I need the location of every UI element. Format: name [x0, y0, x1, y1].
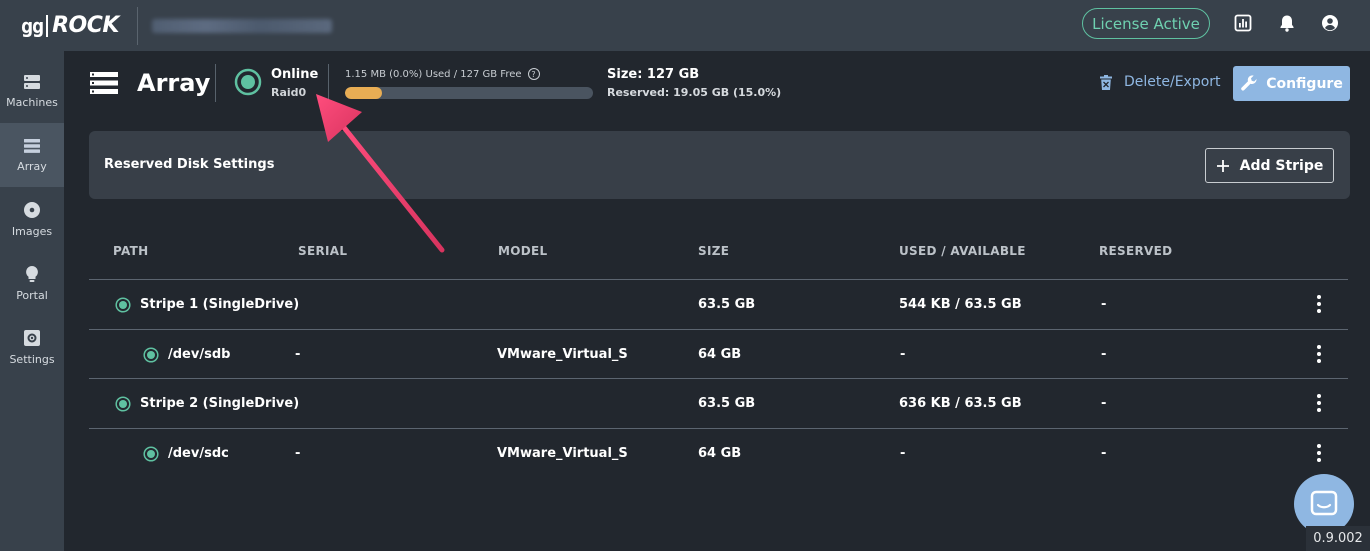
array-header: Array Online Raid0 1.15 MB (0.0%) Used /…	[64, 51, 1370, 115]
usage-summary: 1.15 MB (0.0%) Used / 127 GB Free ?	[345, 68, 540, 80]
status-online-icon	[234, 68, 262, 100]
reserved-disk-settings-label[interactable]: Reserved Disk Settings	[104, 157, 274, 172]
add-stripe-button[interactable]: Add Stripe	[1205, 148, 1334, 183]
logo-gg: gg	[21, 13, 44, 38]
logo-divider	[46, 14, 49, 37]
sidebar-item-label: Portal	[16, 288, 48, 302]
server-icon	[24, 74, 40, 89]
table-row[interactable]: /dev/sdb - VMware_Virtual_S 64 GB - -	[89, 330, 1348, 379]
array-icon	[24, 138, 40, 153]
sidebar-item-settings[interactable]: Settings	[0, 315, 64, 379]
topbar-divider	[136, 6, 138, 45]
array-size: Size: 127 GB	[607, 67, 700, 82]
column-header-serial: SERIAL	[298, 244, 348, 258]
blurred-server-name	[151, 18, 332, 33]
row-menu-icon[interactable]	[1317, 394, 1321, 412]
row-menu-icon[interactable]	[1317, 344, 1321, 363]
cell-path: /dev/sdc	[168, 445, 229, 461]
settings-icon	[24, 329, 40, 346]
cell-model: VMware_Virtual_S	[497, 346, 628, 362]
cell-size: 63.5 GB	[698, 396, 756, 411]
configure-button[interactable]: Configure	[1233, 66, 1350, 101]
cell-reserved: -	[1101, 346, 1107, 362]
table-header: PATH SERIAL MODEL SIZE USED / AVAILABLE …	[89, 228, 1348, 280]
sidebar-item-label: Machines	[6, 95, 58, 109]
disc-icon	[24, 201, 40, 218]
raid-level: Raid0	[271, 86, 307, 99]
page-title: Array	[137, 69, 211, 97]
status-online-icon	[115, 297, 131, 313]
status-online-icon	[115, 396, 131, 412]
usage-progress-bar	[345, 87, 593, 99]
reserved-disk-panel: Reserved Disk Settings Add Stripe	[89, 131, 1350, 199]
sidebar-item-label: Settings	[9, 352, 55, 366]
chat-support-button[interactable]	[1294, 474, 1354, 534]
cell-reserved: -	[1101, 445, 1107, 461]
header-divider	[215, 64, 216, 102]
cell-size: 63.5 GB	[698, 297, 756, 312]
cell-used: -	[900, 445, 906, 461]
column-header-used-available: USED / AVAILABLE	[899, 244, 1026, 258]
cell-model: VMware_Virtual_S	[497, 445, 628, 461]
status-online-icon	[143, 346, 159, 363]
sidebar-item-label: Images	[11, 224, 53, 238]
column-header-path: PATH	[113, 244, 149, 258]
cell-reserved: -	[1101, 297, 1107, 312]
stats-chart-icon[interactable]	[1233, 13, 1253, 33]
column-header-reserved: RESERVED	[1099, 244, 1173, 258]
cell-serial: -	[295, 445, 301, 461]
row-menu-icon[interactable]	[1317, 295, 1321, 313]
table-row[interactable]: Stripe 2 (SingleDrive) 63.5 GB 636 KB / …	[89, 379, 1348, 429]
trash-icon	[1100, 74, 1112, 90]
delete-export-button[interactable]: Delete/Export	[1100, 74, 1221, 90]
cell-reserved: -	[1101, 396, 1107, 411]
cell-size: 64 GB	[698, 346, 742, 362]
cell-serial: -	[295, 346, 301, 362]
disk-table: PATH SERIAL MODEL SIZE USED / AVAILABLE …	[89, 228, 1348, 478]
cell-path: Stripe 1 (SingleDrive)	[140, 297, 300, 312]
delete-export-label: Delete/Export	[1124, 74, 1221, 90]
usage-text: 1.15 MB (0.0%) Used / 127 GB Free	[345, 68, 522, 80]
column-header-size: SIZE	[698, 244, 730, 258]
status-online-icon	[143, 445, 159, 462]
row-menu-icon[interactable]	[1317, 443, 1321, 462]
cell-size: 64 GB	[698, 445, 742, 461]
sidebar-item-machines[interactable]: Machines	[0, 59, 64, 123]
header-divider	[328, 64, 329, 102]
cell-path: Stripe 2 (SingleDrive)	[140, 396, 300, 411]
cell-used: 636 KB / 63.5 GB	[899, 396, 1022, 411]
wrench-icon	[1241, 74, 1257, 91]
table-row[interactable]: /dev/sdc - VMware_Virtual_S 64 GB - -	[89, 429, 1348, 479]
sidebar-item-array[interactable]: Array	[0, 123, 64, 187]
table-row[interactable]: Stripe 1 (SingleDrive) 63.5 GB 544 KB / …	[89, 280, 1348, 330]
column-header-model: MODEL	[498, 244, 548, 258]
lightbulb-icon	[26, 265, 38, 282]
help-icon[interactable]: ?	[527, 68, 540, 80]
configure-label: Configure	[1266, 75, 1343, 92]
license-status-badge[interactable]: License Active	[1082, 8, 1210, 39]
array-reserved: Reserved: 19.05 GB (15.0%)	[607, 86, 782, 99]
chat-icon	[1310, 490, 1338, 516]
sidebar-item-portal[interactable]: Portal	[0, 251, 64, 315]
cell-used: -	[900, 346, 906, 362]
sidebar-item-label: Array	[17, 159, 47, 173]
sidebar-item-images[interactable]: Images	[0, 187, 64, 251]
cell-path: /dev/sdb	[168, 346, 231, 362]
app-version: 0.9.002	[1306, 526, 1370, 551]
usage-progress-fill	[345, 87, 383, 99]
array-status: Online	[271, 67, 319, 82]
plus-icon	[1216, 159, 1229, 172]
cell-used: 544 KB / 63.5 GB	[899, 297, 1022, 312]
bell-icon[interactable]	[1277, 13, 1297, 33]
add-stripe-label: Add Stripe	[1239, 157, 1324, 174]
logo-rock: ROCK	[52, 13, 119, 38]
sidebar: Machines Array Images Portal Settings	[0, 51, 64, 551]
ggrock-logo[interactable]: gg ROCK	[21, 11, 119, 41]
array-list-icon	[90, 71, 118, 99]
account-icon[interactable]	[1320, 13, 1340, 33]
